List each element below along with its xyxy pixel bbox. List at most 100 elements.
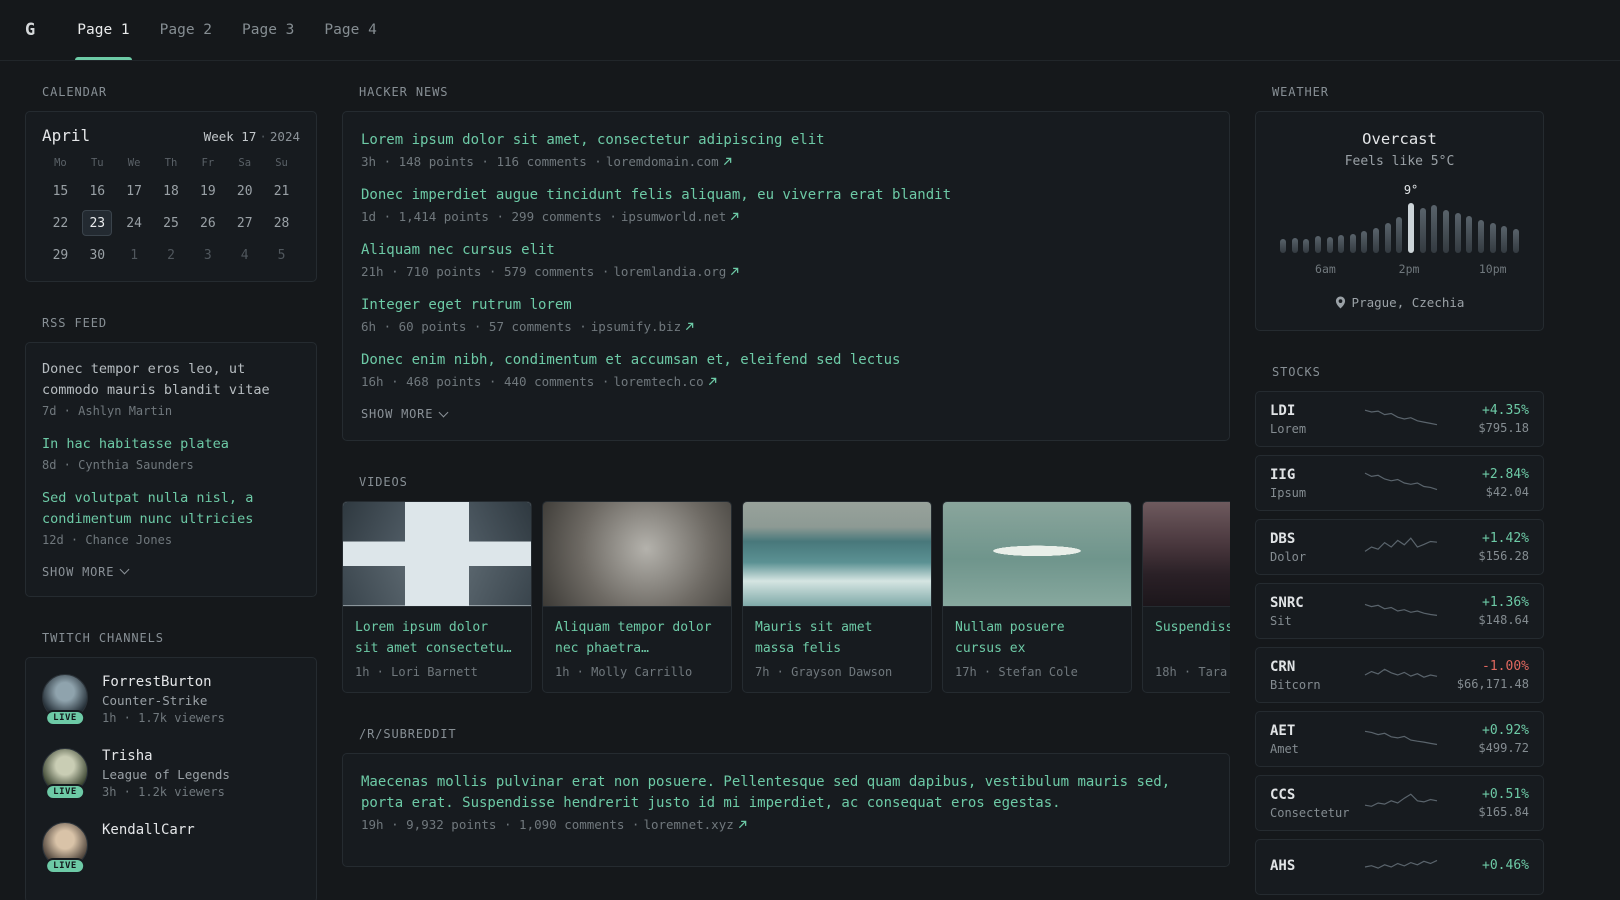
calendar-day: 5 [263, 241, 300, 269]
tab-page-2[interactable]: Page 2 [158, 0, 214, 60]
calendar-day: 26 [189, 209, 226, 237]
calendar-dow-label: Sa [238, 157, 252, 169]
video-card[interactable]: Lorem ipsum dolor sit amet consectetu… 1h… [342, 501, 532, 693]
hackernews-meta-text: 16h · 468 points · 440 comments · [361, 374, 610, 389]
subreddit-list: Maecenas mollis pulvinar erat non posuer… [361, 772, 1211, 832]
rss-item-title[interactable]: In hac habitasse platea [42, 434, 300, 455]
twitch-viewers: 1h · 1.7k viewers [102, 710, 225, 725]
subreddit-domain-link[interactable]: loremnet.xyz [643, 817, 733, 832]
stock-sparkline [1362, 406, 1439, 432]
video-card[interactable]: Mauris sit amet massa felis 7h · Grayson … [742, 501, 932, 693]
hackernews-domain-link[interactable]: loremtech.co [613, 374, 703, 389]
stock-values: +2.84% $42.04 [1439, 467, 1529, 499]
tab-page-4[interactable]: Page 4 [322, 0, 378, 60]
twitch-game: Counter-Strike [102, 692, 208, 708]
twitch-channel-info: Trisha League of Legends 3h · 1.2k viewers [102, 748, 230, 802]
hackernews-meta: 21h · 710 points · 579 comments · loreml… [361, 264, 1211, 279]
show-more-label: SHOW MORE [42, 564, 115, 579]
twitch-list: LIVE ForrestBurton Counter-Strike 1h · 1.7k… [42, 673, 300, 876]
twitch-channel-name[interactable]: KendallCarr [102, 822, 195, 838]
twitch-widget-title: TWITCH CHANNELS [42, 630, 164, 645]
hackernews-show-more-button[interactable]: SHOW MORE [361, 407, 449, 421]
video-card[interactable]: Nullam posuere cursus ex 17h · Stefan Col… [942, 501, 1132, 693]
stock-price: $42.04 [1485, 485, 1529, 499]
video-thumbnail [1143, 502, 1230, 607]
hackernews-title[interactable]: Lorem ipsum dolor sit amet, consectetur … [361, 130, 1211, 151]
weather-bar [1338, 235, 1345, 253]
calendar-day-number: 4 [240, 247, 249, 263]
twitch-channel[interactable]: LIVE Trisha League of Legends 3h · 1.2k vie… [42, 747, 300, 802]
stock-row[interactable]: IIG Ipsum +2.84% $42.04 [1255, 455, 1544, 511]
video-title[interactable]: Nullam posuere cursus ex [955, 617, 1119, 659]
hackernews-domain-link[interactable]: loremdomain.com [606, 154, 719, 169]
rss-item-title[interactable]: Donec tempor eros leo, ut commodo mauris… [42, 359, 300, 401]
stock-row[interactable]: DBS Dolor +1.42% $156.28 [1255, 519, 1544, 575]
stock-name: Dolor [1270, 549, 1307, 564]
videos-row: Lorem ipsum dolor sit amet consectetu… 1h… [342, 501, 1230, 693]
twitch-channel-name[interactable]: Trisha [102, 748, 230, 764]
video-meta: 18h · Tara [1155, 665, 1228, 679]
stock-values: +0.92% $499.72 [1439, 723, 1529, 755]
video-title[interactable]: Aliquam tempor dolor nec phaetra… [555, 617, 719, 659]
show-more-label: SHOW MORE [361, 407, 434, 421]
calendar-day-number: 16 [89, 183, 106, 199]
twitch-channel[interactable]: LIVE ForrestBurton Counter-Strike 1h · 1.7k… [42, 673, 300, 728]
twitch-card: LIVE ForrestBurton Counter-Strike 1h · 1.7k… [25, 656, 317, 900]
stock-info: CCS Consectetur [1270, 787, 1362, 820]
calendar-dow-label: Su [275, 157, 288, 169]
twitch-avatar-wrap: LIVE [42, 673, 88, 728]
video-title[interactable]: Lorem ipsum dolor sit amet consectetu… [355, 617, 519, 659]
video-title[interactable]: Suspendisse diam [1155, 617, 1230, 659]
stock-row[interactable]: CRN Bitcorn -1.00% $66,171.48 [1255, 647, 1544, 703]
calendar-day: 23 [79, 209, 116, 237]
calendar-widget: CALENDAR April Week 17 · 2024 Mo Tu We Th Fr Sa… [25, 85, 317, 282]
stock-price: $156.28 [1478, 549, 1529, 563]
video-title[interactable]: Mauris sit amet massa felis [755, 617, 919, 659]
calendar-week-year: Week 17 · 2024 [204, 129, 300, 144]
hackernews-title[interactable]: Integer eget rutrum lorem [361, 295, 1211, 316]
hackernews-item: Integer eget rutrum lorem 6h · 60 points … [361, 295, 1211, 334]
header-tabs: Page 1 Page 2 Page 3 Page 4 [75, 0, 379, 60]
weather-bar [1454, 213, 1461, 253]
hackernews-title[interactable]: Donec enim nibh, condimentum et accumsan… [361, 350, 1211, 371]
calendar-dow-label: Th [164, 157, 178, 169]
stock-row[interactable]: CCS Consectetur +0.51% $165.84 [1255, 775, 1544, 831]
twitch-avatar-wrap: LIVE [42, 747, 88, 802]
stock-row[interactable]: AHS +0.46% [1255, 839, 1544, 895]
stock-row[interactable]: SNRC Sit +1.36% $148.64 [1255, 583, 1544, 639]
tab-page-3[interactable]: Page 3 [240, 0, 296, 60]
hackernews-meta: 3h · 148 points · 116 comments · loremdo… [361, 154, 1211, 169]
hackernews-domain-link[interactable]: ipsumify.biz [591, 319, 681, 334]
stock-symbol: AET [1270, 722, 1296, 739]
hackernews-domain-link[interactable]: loremlandia.org [613, 264, 726, 279]
stock-values: +1.36% $148.64 [1439, 595, 1529, 627]
video-meta: 1h · Lori Barnett [355, 665, 478, 679]
video-card[interactable]: Suspendisse diam 18h · Tara [1142, 501, 1230, 693]
app-logo[interactable]: G [25, 0, 35, 60]
twitch-channel[interactable]: LIVE KendallCarr [42, 821, 300, 876]
stocks-list: LDI Lorem +4.35% $795.18 IIG Ipsum +2.84% $42.0… [1255, 391, 1544, 895]
hackernews-title[interactable]: Donec imperdiet augue tincidunt felis al… [361, 185, 1211, 206]
live-badge: LIVE [45, 709, 85, 726]
rss-show-more-button[interactable]: SHOW MORE [42, 564, 130, 579]
rss-item-meta: 8d · Cynthia Saunders [42, 457, 194, 472]
calendar-day: 20 [226, 177, 263, 205]
twitch-avatar-wrap: LIVE [42, 821, 88, 876]
rss-item-title[interactable]: Sed volutpat nulla nisl, a condimentum n… [42, 488, 300, 530]
stock-sparkline [1362, 790, 1439, 816]
twitch-channel-name[interactable]: ForrestBurton [102, 674, 225, 690]
stock-row[interactable]: LDI Lorem +4.35% $795.18 [1255, 391, 1544, 447]
calendar-day-number: 29 [52, 247, 69, 263]
hackernews-title[interactable]: Aliquam nec cursus elit [361, 240, 1211, 261]
calendar-day-number: 30 [89, 247, 106, 263]
stock-row[interactable]: AET Amet +0.92% $499.72 [1255, 711, 1544, 767]
video-card-body: Lorem ipsum dolor sit amet consectetu… 1h… [343, 607, 531, 692]
stock-values: +0.46% [1439, 858, 1529, 876]
weather-location: Prague, Czechia [1351, 295, 1465, 310]
hackernews-domain-link[interactable]: ipsumworld.net [621, 209, 726, 224]
tab-page-1[interactable]: Page 1 [75, 0, 133, 60]
calendar-day: 29 [42, 241, 79, 269]
video-card[interactable]: Aliquam tempor dolor nec phaetra… 1h · Mo… [542, 501, 732, 693]
video-card-body: Mauris sit amet massa felis 7h · Grayson … [743, 607, 931, 692]
subreddit-title[interactable]: Maecenas mollis pulvinar erat non posuer… [361, 772, 1211, 814]
